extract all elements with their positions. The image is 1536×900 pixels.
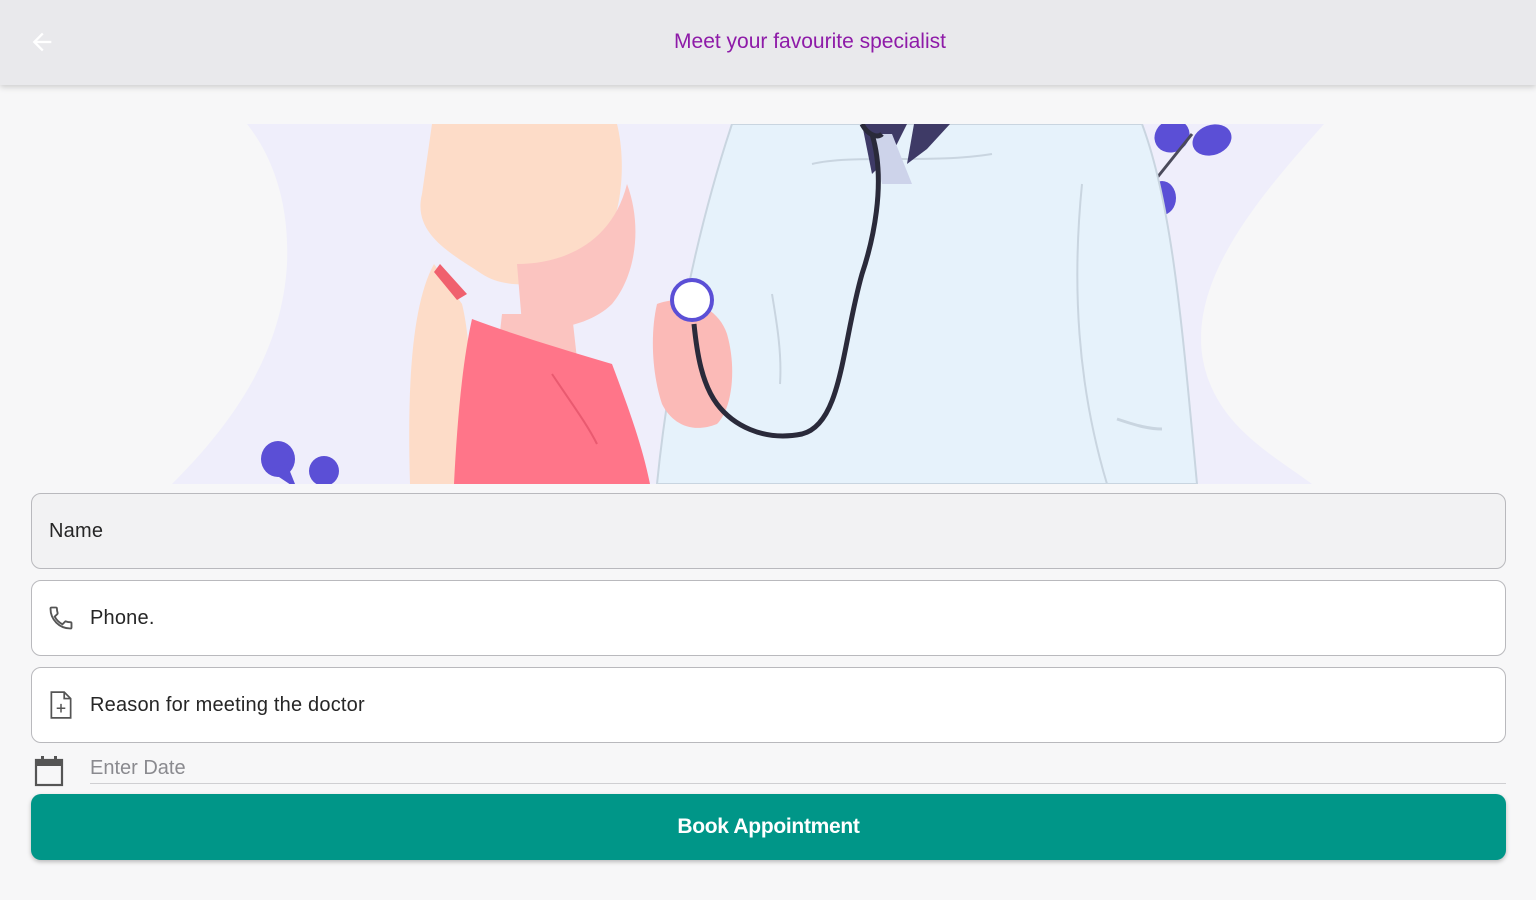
phone-field-label: Phone. — [90, 606, 155, 629]
name-field[interactable]: Name — [31, 493, 1506, 569]
calendar-icon[interactable] — [33, 754, 65, 788]
page-title: Meet your favourite specialist — [674, 30, 946, 53]
date-input[interactable] — [90, 754, 1506, 784]
phone-field[interactable]: Phone. — [31, 580, 1506, 656]
reason-field[interactable]: Reason for meeting the doctor — [31, 667, 1506, 743]
doctor-figure — [655, 124, 1199, 484]
hero-illustration — [172, 124, 1332, 484]
date-row — [31, 750, 1506, 788]
name-field-label: Name — [49, 519, 104, 542]
reason-field-label: Reason for meeting the doctor — [90, 693, 365, 716]
app-bar: Meet your favourite specialist — [0, 0, 1536, 85]
document-icon — [46, 690, 76, 720]
phone-icon — [46, 603, 76, 633]
book-appointment-button[interactable]: Book Appointment — [31, 794, 1506, 860]
